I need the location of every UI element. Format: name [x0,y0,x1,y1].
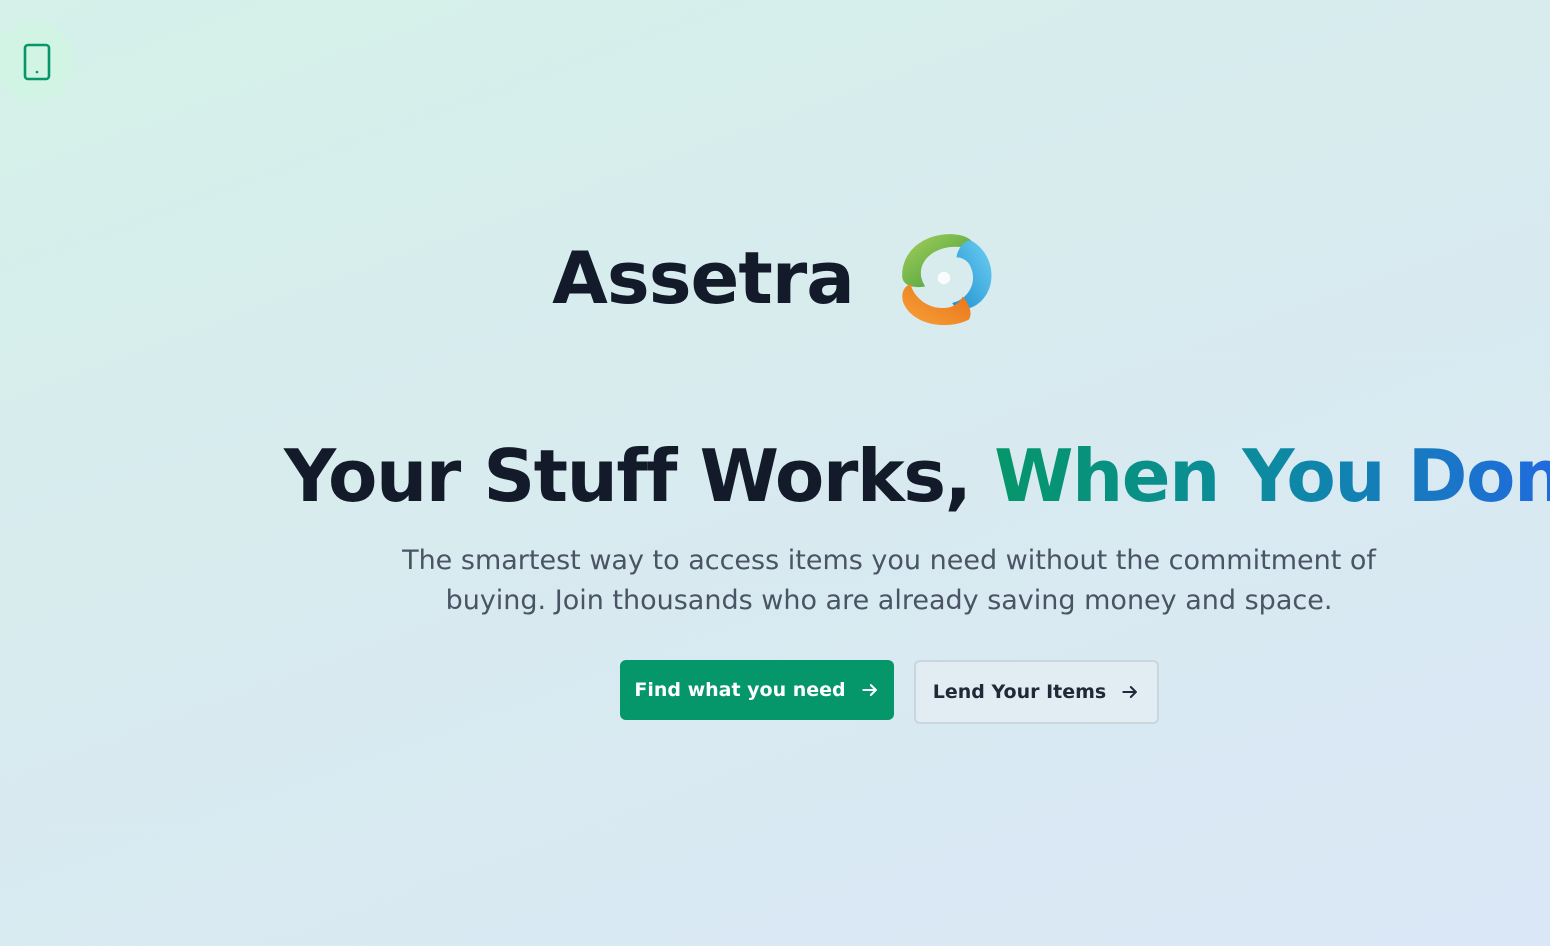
assetra-logo [902,234,992,326]
headline-plain: Your Stuff Works, [284,434,995,518]
arrow-right-icon [1120,682,1140,702]
hero-headline: Your Stuff Works, When You Don't [284,430,1550,524]
primary-button-label: Find what you need [634,679,846,701]
subtitle-line-2: buying. Join thousands who are already s… [445,585,1333,616]
lend-your-items-button[interactable]: Lend Your Items [914,660,1159,724]
brand-name: Assetra [552,236,855,320]
brand-header: Assetra [0,226,1550,330]
device-toggle-button[interactable] [0,22,74,102]
cta-row: Find what you need Lend Your Items [620,660,1159,724]
subtitle-line-1: The smartest way to access items you nee… [402,545,1376,576]
headline-accent: When You Don't [994,434,1550,518]
hero-subtitle: The smartest way to access items you nee… [0,541,1550,621]
find-what-you-need-button[interactable]: Find what you need [620,660,894,720]
tablet-icon [23,43,51,81]
arrow-right-icon [860,680,880,700]
secondary-button-label: Lend Your Items [932,681,1107,703]
